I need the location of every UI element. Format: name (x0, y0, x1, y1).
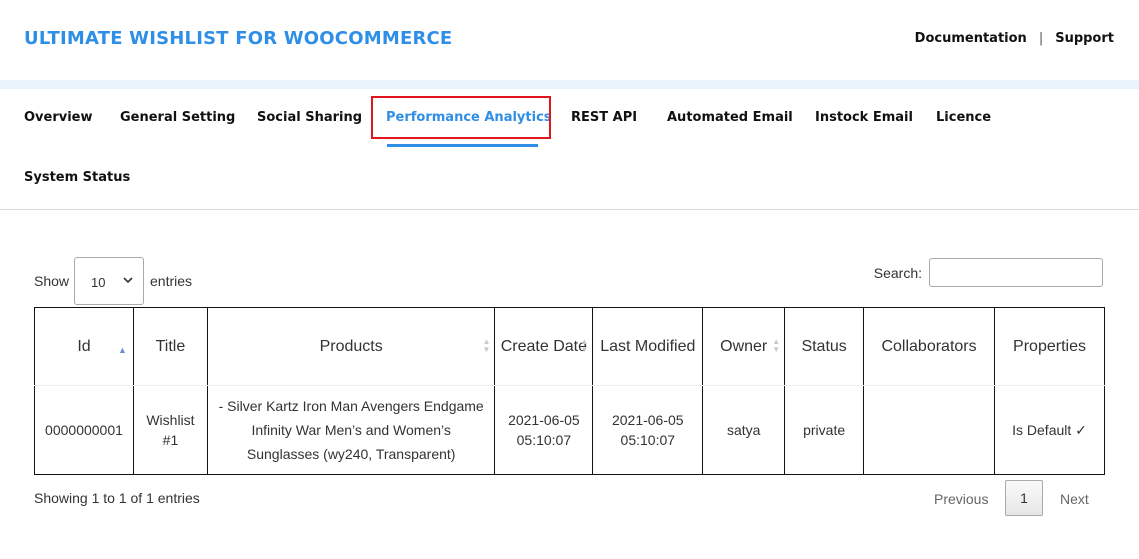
column-header-owner-label: Owner (720, 337, 768, 355)
page-header: ULTIMATE WISHLIST FOR WOOCOMMERCE Docume… (0, 0, 1139, 80)
table-controls: Show 10 entries Search: (34, 257, 1104, 307)
table-header-row: Id ▲ Title Products ▲ ▼ Create Date ▲ ▼ La… (34, 307, 1105, 386)
active-tab-underline (387, 144, 538, 147)
tab-social-sharing[interactable]: Social Sharing (257, 110, 362, 125)
active-tab-highlight-box (371, 96, 551, 139)
entries-label: entries (150, 273, 193, 289)
cell-last-modified: 2021-06-05 05:10:07 (592, 385, 704, 475)
column-header-properties-label: Properties (1013, 337, 1086, 355)
show-label: Show (34, 273, 70, 289)
sort-both-icon: ▲ ▼ (482, 337, 491, 354)
column-header-status-label: Status (801, 337, 847, 355)
page-button-current[interactable]: 1 (1005, 480, 1043, 516)
column-header-owner[interactable]: Owner ▲ ▼ (702, 307, 786, 386)
column-header-properties[interactable]: Properties (994, 307, 1105, 386)
column-header-last-modified-label: Last Modified (600, 337, 696, 355)
search-input[interactable] (929, 258, 1103, 287)
sort-both-icon: ▲ ▼ (772, 337, 781, 354)
header-separator: | (1038, 31, 1044, 46)
tab-system-status[interactable]: System Status (24, 170, 130, 185)
column-header-collaborators[interactable]: Collaborators (863, 307, 996, 386)
tab-automated-email[interactable]: Automated Email (667, 110, 793, 125)
column-header-title-label: Title (155, 337, 186, 355)
pagination: Previous 1 Next (920, 480, 1105, 516)
column-header-create-date[interactable]: Create Date ▲ ▼ (494, 307, 594, 386)
column-header-create-date-label: Create Date (500, 337, 588, 355)
chevron-down-icon (122, 274, 134, 289)
cell-collaborators (863, 385, 996, 475)
cell-title: Wishlist #1 (132, 385, 208, 475)
column-header-id[interactable]: Id ▲ (34, 307, 134, 386)
tab-licence[interactable]: Licence (936, 110, 991, 125)
app-title: ULTIMATE WISHLIST FOR WOOCOMMERCE (24, 28, 453, 49)
tab-instock-email[interactable]: Instock Email (815, 110, 913, 125)
header-links: Documentation | Support (915, 31, 1114, 46)
sort-ascending-icon: ▲ (118, 345, 127, 355)
header-band (0, 80, 1139, 89)
cell-properties: Is Default ✓ (994, 385, 1105, 475)
support-link[interactable]: Support (1055, 31, 1114, 46)
column-header-products[interactable]: Products ▲ ▼ (206, 307, 496, 386)
column-header-status[interactable]: Status (784, 307, 865, 386)
column-header-last-modified[interactable]: Last Modified (592, 307, 704, 386)
previous-page-button[interactable]: Previous (934, 491, 988, 507)
tab-general-setting[interactable]: General Setting (120, 110, 235, 125)
settings-tabs: Overview General Setting Social Sharing … (0, 89, 1139, 210)
cell-create-date: 2021-06-05 05:10:07 (494, 385, 594, 475)
column-header-title[interactable]: Title (132, 307, 208, 386)
tab-rest-api[interactable]: REST API (571, 110, 637, 125)
page-length-value: 10 (91, 275, 106, 290)
column-header-id-label: Id (77, 337, 91, 355)
page-length-select[interactable]: 10 (74, 257, 144, 305)
cell-id: 0000000001 (34, 385, 134, 475)
column-header-products-label: Products (319, 337, 383, 355)
sort-both-icon: ▲ ▼ (580, 337, 589, 354)
cell-status: private (784, 385, 865, 475)
table-row: 0000000001 Wishlist #1 - Silver Kartz Ir… (34, 385, 1105, 475)
documentation-link[interactable]: Documentation (915, 31, 1027, 46)
next-page-button[interactable]: Next (1060, 491, 1089, 507)
wishlist-table: Id ▲ Title Products ▲ ▼ Create Date ▲ ▼ La… (34, 307, 1105, 475)
cell-products: - Silver Kartz Iron Man Avengers Endgame… (206, 385, 496, 475)
search-label: Search: (873, 265, 922, 281)
table-info: Showing 1 to 1 of 1 entries (34, 490, 200, 506)
cell-owner: satya (702, 385, 786, 475)
tab-overview[interactable]: Overview (24, 110, 93, 125)
column-header-collaborators-label: Collaborators (881, 337, 977, 355)
